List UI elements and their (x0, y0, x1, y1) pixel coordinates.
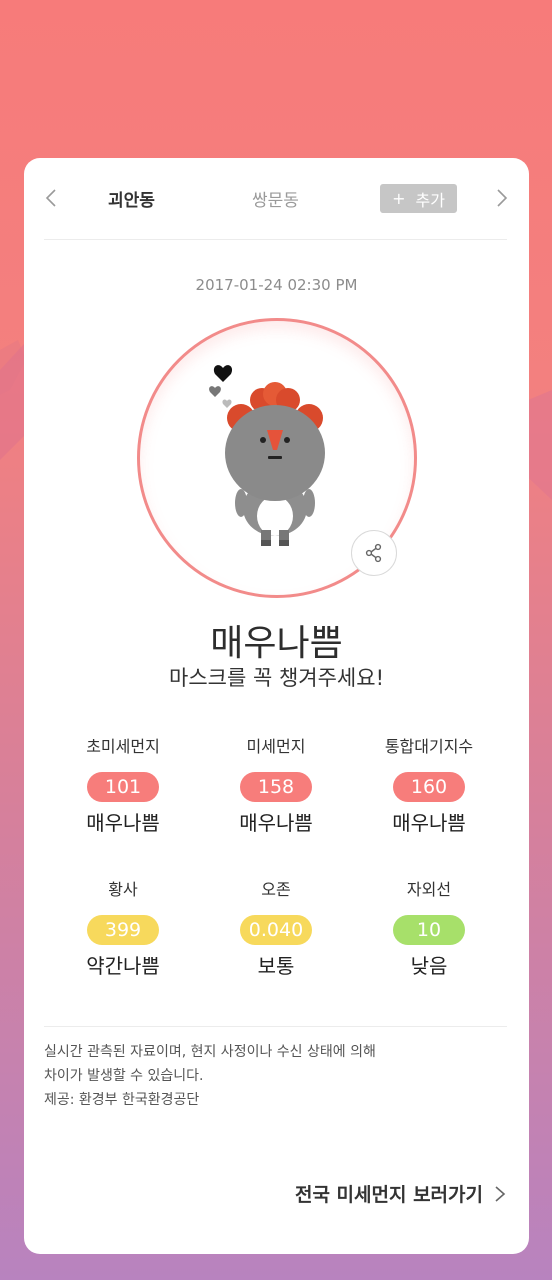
chevron-left-icon[interactable] (40, 186, 64, 210)
metric-yellow-dust[interactable]: 황사 399 약간나쁨 (48, 879, 198, 979)
notice-line: 실시간 관측된 자료이며, 현지 사정이나 수신 상태에 의해 (44, 1044, 376, 1060)
share-button[interactable] (351, 530, 397, 576)
data-notice: 실시간 관측된 자료이며, 현지 사정이나 수신 상태에 의해 차이가 발생할 … (44, 1040, 376, 1112)
tab-location-other[interactable]: 쌍문동 (252, 186, 299, 211)
nationwide-dust-link[interactable]: 전국 미세먼지 보러가기 (295, 1180, 507, 1207)
timestamp: 2017-01-24 02:30 PM (195, 276, 358, 294)
metric-value-badge: 0.040 (240, 915, 312, 945)
tab-location-active[interactable]: 괴안동 (108, 186, 155, 211)
metric-label: 초미세먼지 (86, 737, 160, 756)
metric-ozone[interactable]: 오존 0.040 보통 (201, 879, 351, 979)
plus-icon: + (392, 189, 406, 208)
chevron-right-icon (495, 1185, 506, 1202)
share-icon (365, 543, 382, 563)
metric-value-badge: 158 (240, 772, 312, 802)
add-location-button[interactable]: + 추가 (380, 184, 457, 213)
footer-link-label: 전국 미세먼지 보러가기 (294, 1184, 483, 1206)
metric-label: 오존 (261, 880, 291, 899)
metric-pm25[interactable]: 초미세먼지 101 매우나쁨 (48, 736, 198, 836)
location-tabs: 괴안동 쌍문동 + 추가 (24, 158, 529, 240)
metric-value-badge: 10 (393, 915, 465, 945)
metric-uv[interactable]: 자외선 10 낮음 (354, 879, 504, 979)
metric-value-badge: 101 (87, 772, 159, 802)
divider (44, 1026, 507, 1027)
add-button-label: 추가 (415, 190, 445, 210)
notice-source: 제공: 환경부 한국환경공단 (44, 1092, 200, 1108)
air-quality-card: 괴안동 쌍문동 + 추가 2017-01-24 02:30 PM 매우나쁨 마스… (24, 158, 529, 1254)
metric-value-badge: 160 (393, 772, 465, 802)
chevron-right-icon[interactable] (489, 186, 513, 210)
metric-label: 황사 (108, 880, 138, 899)
metric-grade: 매우나쁨 (86, 811, 160, 835)
metric-grade: 매우나쁨 (392, 811, 466, 835)
metric-value-badge: 399 (87, 915, 159, 945)
metric-pm10[interactable]: 미세먼지 158 매우나쁨 (201, 736, 351, 836)
metric-grade: 약간나쁨 (86, 954, 160, 978)
metric-grade: 낮음 (410, 954, 448, 978)
air-quality-grade: 매우나쁨 (210, 623, 343, 664)
air-quality-message: 마스크를 꼭 챙겨주세요! (169, 666, 384, 690)
metric-label: 자외선 (406, 880, 452, 899)
metric-label: 미세먼지 (246, 737, 306, 756)
metric-grade: 매우나쁨 (239, 811, 313, 835)
metric-label: 통합대기지수 (384, 737, 474, 756)
notice-line: 차이가 발생할 수 있습니다. (44, 1068, 204, 1084)
metric-grade: 보통 (257, 954, 295, 978)
metric-cai[interactable]: 통합대기지수 160 매우나쁨 (354, 736, 504, 836)
divider (44, 239, 507, 240)
